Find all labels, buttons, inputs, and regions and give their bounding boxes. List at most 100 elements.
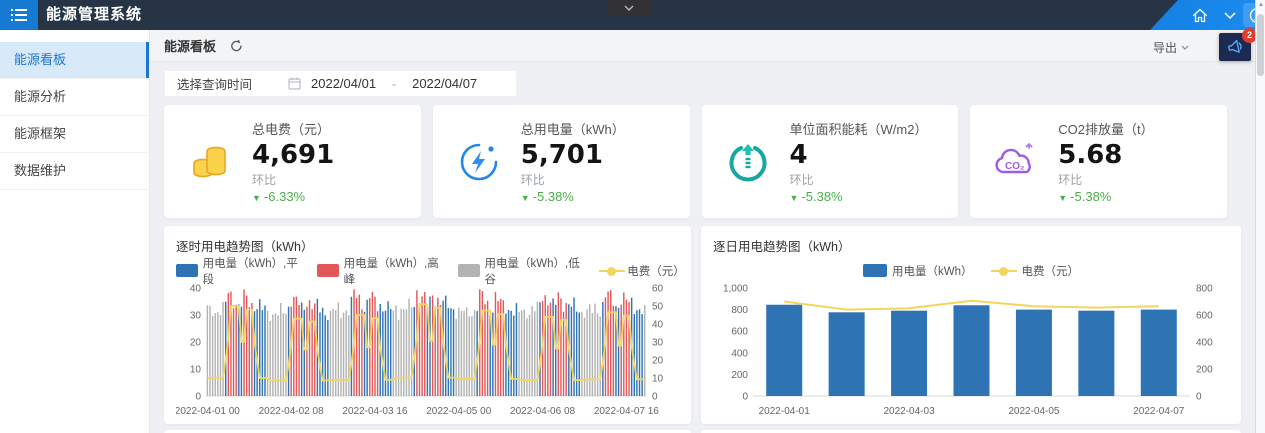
power-arrow-icon [722,141,774,183]
chevron-down-icon [624,5,634,11]
kpi-value: 4 [790,140,928,170]
svg-text:20: 20 [190,338,202,349]
sidebar-item[interactable]: 数据维护 [0,153,149,190]
kpi-change: ▼-5.38% [521,189,625,204]
kpi-card: 总电费（元）4,691环比▼-6.33% [164,105,421,218]
legend-item[interactable]: 用电量（kWh） [863,263,973,279]
calendar-icon [288,77,301,90]
refresh-button[interactable] [230,39,243,52]
kpi-card: 单位面积能耗（W/m2） 4环比▼-5.38% [702,105,959,218]
scrollbar-thumb[interactable] [1257,14,1264,76]
kpi-text: 总用电量（kWh）5,701环比▼-5.38% [521,119,625,204]
kpi-value: 5.68 [1058,140,1153,170]
kpi-value: 5,701 [521,140,625,170]
charts-row: 逐时用电趋势图（kWh） 用电量（kWh）,平段用电量（kWh）,高峰用电量（k… [164,226,1241,424]
breadcrumb-bar: 能源看板 导出 2 [150,30,1255,62]
export-button[interactable]: 导出 [1153,39,1189,56]
svg-text:2022-04-01 00: 2022-04-01 00 [176,406,240,417]
legend-item[interactable]: 电费（元） [599,263,679,279]
date-filter-label: 选择查询时间 [177,74,252,93]
kpi-row: 总电费（元）4,691环比▼-6.33%总用电量（kWh）5,701环比▼-5.… [164,105,1241,218]
menu-toggle-button[interactable] [0,0,38,30]
legend-label: 电费（元） [1022,263,1080,279]
svg-text:2022-04-03 16: 2022-04-03 16 [342,406,407,417]
chevron-down-icon [1224,12,1236,19]
svg-text:800: 800 [731,305,748,316]
daily-usage-chart-card: 逐日用电趋势图（kWh） 用电量（kWh） 电费（元） 0 200 400 600 800… [701,226,1241,424]
filter-bar: 选择查询时间 2022/04/01 - 2022/04/07 [164,70,1241,97]
chart-legend: 用电量（kWh）,平段用电量（kWh）,高峰用电量（kWh）,低谷电费（元） [176,263,679,278]
co2-cloud-icon: CO₂ [990,142,1042,182]
svg-text:2022-04-02 08: 2022-04-02 08 [259,406,324,417]
svg-text:60: 60 [652,284,664,295]
legend-swatch [458,264,480,277]
notification-button[interactable]: 2 [1219,33,1251,61]
chart-title: 逐时用电趋势图（kWh） [176,236,679,255]
svg-text:200: 200 [1196,365,1213,376]
date-range-separator: - [392,77,396,91]
kpi-value: 4,691 [252,140,334,170]
kpi-label: 总电费（元） [252,119,334,138]
down-triangle-icon: ▼ [521,193,530,203]
legend-item[interactable]: 用电量（kWh）,平段 [176,255,299,287]
svg-text:10: 10 [652,374,664,385]
svg-text:600: 600 [731,327,748,338]
svg-text:2022-04-03: 2022-04-03 [883,406,935,417]
sidebar-item[interactable]: 能源框架 [0,116,149,153]
home-button[interactable] [1192,8,1208,23]
legend-line-swatch [991,264,1017,277]
legend-label: 用电量（kWh）,低谷 [485,255,581,287]
kpi-text: CO2排放量（t）5.68环比▼-5.38% [1058,119,1153,204]
svg-text:2022-04-01: 2022-04-01 [759,406,811,417]
svg-text:2022-04-05 00: 2022-04-05 00 [426,406,491,417]
legend-label: 用电量（kWh） [892,263,973,279]
legend-item[interactable]: 用电量（kWh）,低谷 [458,255,581,287]
svg-text:600: 600 [1196,311,1213,322]
svg-text:30: 30 [190,311,202,322]
kpi-compare-label: 环比 [1058,171,1153,188]
chart-title: 逐日用电趋势图（kWh） [713,236,1229,255]
sidebar-item[interactable]: 能源看板 [0,42,149,79]
kpi-compare-label: 环比 [790,171,928,188]
svg-text:400: 400 [731,348,748,359]
svg-text:0: 0 [1196,392,1202,403]
legend-swatch [863,264,887,277]
app-header: 能源管理系统 [0,0,1265,30]
svg-text:2022-04-06 08: 2022-04-06 08 [510,406,575,417]
vertical-scrollbar[interactable]: ▲ [1255,0,1265,433]
export-label: 导出 [1153,39,1177,56]
kpi-change: ▼-5.38% [790,189,928,204]
home-icon [1192,8,1208,23]
breadcrumb: 能源看板 [164,36,216,55]
hourly-usage-chart: 01020304001020304050602022-04-01 002022-… [176,280,679,422]
main-content: 能源看板 导出 2 选择查询时间 2022/04/01 - 2022/04/07… [150,30,1255,433]
header-right-section [1150,0,1265,30]
down-triangle-icon: ▼ [1058,193,1067,203]
legend-label: 用电量（kWh）,平段 [203,255,299,287]
scroll-up-arrow-icon[interactable]: ▲ [1257,2,1265,8]
app-title: 能源管理系统 [46,0,142,30]
svg-text:2022-04-07 16: 2022-04-07 16 [594,406,659,417]
daily-usage-chart: 02004006008001,00002004006008002022-04-0… [713,280,1226,422]
bolt-icon [453,141,505,183]
header-dropdown-button[interactable] [1224,12,1236,19]
kpi-card: 总用电量（kWh）5,701环比▼-5.38% [433,105,690,218]
legend-item[interactable]: 用电量（kWh）,高峰 [317,255,440,287]
hourly-usage-chart-card: 逐时用电趋势图（kWh） 用电量（kWh）,平段用电量（kWh）,高峰用电量（k… [164,226,691,424]
legend-item[interactable]: 电费（元） [991,263,1080,279]
kpi-label: 单位面积能耗（W/m2） [790,119,928,138]
sidebar-item[interactable]: 能源分析 [0,79,149,116]
panel-collapse-button[interactable] [607,0,651,15]
kpi-change: ▼-6.33% [252,189,334,204]
chart-legend: 用电量（kWh） 电费（元） [713,263,1229,278]
hamburger-icon [11,8,27,22]
svg-text:1,000: 1,000 [723,284,748,295]
start-date-value[interactable]: 2022/04/01 [311,76,376,91]
kpi-text: 单位面积能耗（W/m2） 4环比▼-5.38% [790,119,928,204]
announcement-horn-icon [1227,39,1244,55]
svg-text:0: 0 [652,392,658,403]
date-range-picker[interactable]: 选择查询时间 2022/04/01 - 2022/04/07 [164,70,517,97]
legend-swatch [176,264,198,277]
end-date-value[interactable]: 2022/04/07 [412,76,477,91]
kpi-compare-label: 环比 [521,171,625,188]
